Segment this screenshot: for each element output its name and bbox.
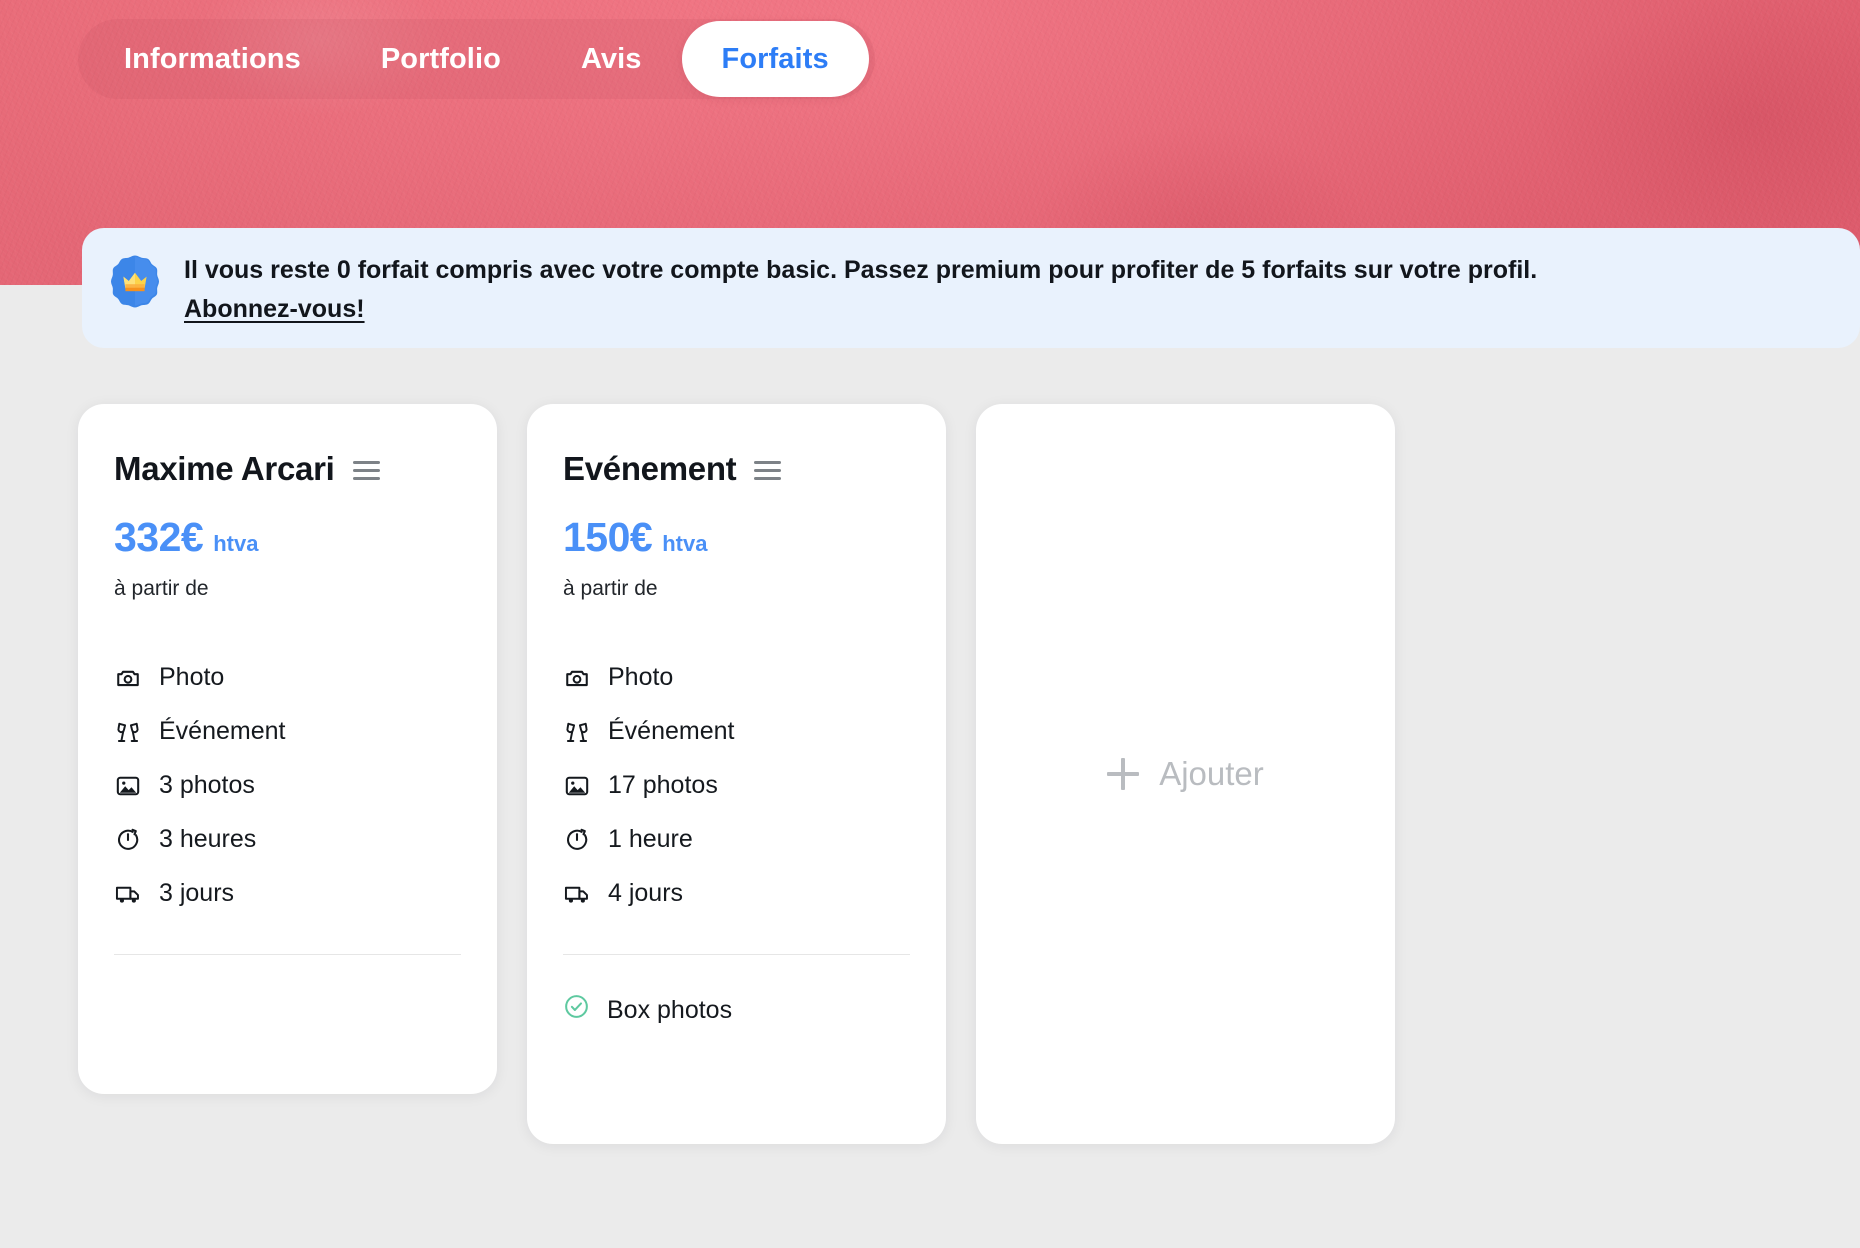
menu-line — [352, 468, 380, 472]
package-price-suffix: htva — [213, 531, 259, 556]
tab-forfaits[interactable]: Forfaits — [681, 21, 869, 97]
package-card-header: Maxime Arcari — [114, 450, 461, 488]
profile-tabbar: Informations Portfolio Avis Forfaits — [78, 19, 875, 99]
tab-informations[interactable]: Informations — [84, 21, 341, 97]
package-card[interactable]: Evénement 150€ htva à partir de Photo Év… — [527, 404, 946, 1144]
feature-row: Photo — [563, 663, 910, 692]
package-price-note: à partir de — [114, 577, 209, 600]
package-price-row: 150€ htva — [563, 514, 910, 561]
package-title: Maxime Arcari — [114, 450, 335, 487]
package-price: 150€ — [563, 514, 653, 560]
stopwatch-icon — [563, 826, 591, 854]
premium-crown-badge-icon — [108, 254, 162, 308]
feature-row: 3 heures — [114, 825, 461, 854]
menu-line — [352, 476, 380, 480]
feature-label: Photo — [159, 663, 225, 691]
feature-row: Événement — [563, 717, 910, 746]
add-package-label: Ajouter — [1159, 755, 1264, 792]
premium-banner-body: Il vous reste 0 forfait compris avec vot… — [184, 250, 1537, 324]
feature-label: 3 jours — [159, 879, 235, 907]
menu-line — [352, 460, 380, 464]
feature-row: 4 jours — [563, 879, 910, 908]
delivery-truck-icon — [114, 880, 142, 908]
menu-line — [754, 468, 782, 472]
card-divider — [563, 954, 910, 955]
package-title: Evénement — [563, 450, 737, 487]
packages-list: Maxime Arcari 332€ htva à partir de Phot… — [78, 404, 1395, 1144]
package-extras: Box photos — [563, 993, 910, 1027]
card-divider — [114, 954, 461, 955]
add-package-inner: Ajouter — [1107, 755, 1264, 793]
feature-row: 3 jours — [114, 879, 461, 908]
hamburger-menu-icon[interactable] — [754, 460, 782, 480]
cheers-glasses-icon — [563, 718, 591, 746]
package-card-header: Evénement — [563, 450, 910, 488]
package-price-row: 332€ htva — [114, 514, 461, 561]
subscribe-link[interactable]: Abonnez-vous! — [184, 295, 365, 324]
feature-label: 3 photos — [159, 771, 255, 799]
premium-banner-message: Il vous reste 0 forfait compris avec vot… — [184, 256, 1538, 284]
delivery-truck-icon — [563, 880, 591, 908]
cheers-glasses-icon — [114, 718, 142, 746]
stopwatch-icon — [114, 826, 142, 854]
feature-label: Événement — [608, 717, 735, 745]
tab-avis[interactable]: Avis — [541, 21, 682, 97]
add-package-card[interactable]: Ajouter — [976, 404, 1395, 1144]
package-card[interactable]: Maxime Arcari 332€ htva à partir de Phot… — [78, 404, 497, 1094]
package-features: Photo Événement — [563, 663, 910, 908]
package-price-note: à partir de — [563, 577, 658, 600]
menu-line — [754, 476, 782, 480]
page-root: Informations Portfolio Avis Forfaits Il … — [0, 0, 1860, 1248]
plus-icon — [1107, 758, 1140, 790]
package-features: Photo Événement — [114, 663, 461, 908]
tab-forfaits-label: Forfaits — [721, 42, 829, 75]
image-icon — [563, 772, 591, 800]
camera-icon — [563, 664, 591, 692]
check-circle-icon — [563, 993, 590, 1027]
feature-label: 17 photos — [608, 771, 718, 799]
premium-upsell-banner: Il vous reste 0 forfait compris avec vot… — [82, 228, 1860, 348]
hamburger-menu-icon[interactable] — [352, 460, 380, 480]
extra-label: Box photos — [607, 995, 733, 1024]
tab-portfolio-label: Portfolio — [380, 42, 501, 75]
tab-informations-label: Informations — [124, 42, 301, 75]
extra-row: Box photos — [563, 993, 910, 1027]
feature-row: 1 heure — [563, 825, 910, 854]
feature-label: Événement — [159, 717, 286, 745]
feature-label: 3 heures — [159, 825, 257, 853]
feature-row: Photo — [114, 663, 461, 692]
feature-row: 3 photos — [114, 771, 461, 800]
menu-line — [754, 460, 782, 464]
camera-icon — [114, 664, 142, 692]
package-price-suffix: htva — [662, 531, 708, 556]
tab-portfolio[interactable]: Portfolio — [341, 21, 541, 97]
feature-label: Photo — [608, 663, 674, 691]
tab-avis-label: Avis — [580, 42, 642, 75]
feature-label: 1 heure — [608, 825, 693, 853]
feature-row: Événement — [114, 717, 461, 746]
package-price: 332€ — [114, 514, 204, 560]
image-icon — [114, 772, 142, 800]
feature-label: 4 jours — [608, 879, 684, 907]
feature-row: 17 photos — [563, 771, 910, 800]
